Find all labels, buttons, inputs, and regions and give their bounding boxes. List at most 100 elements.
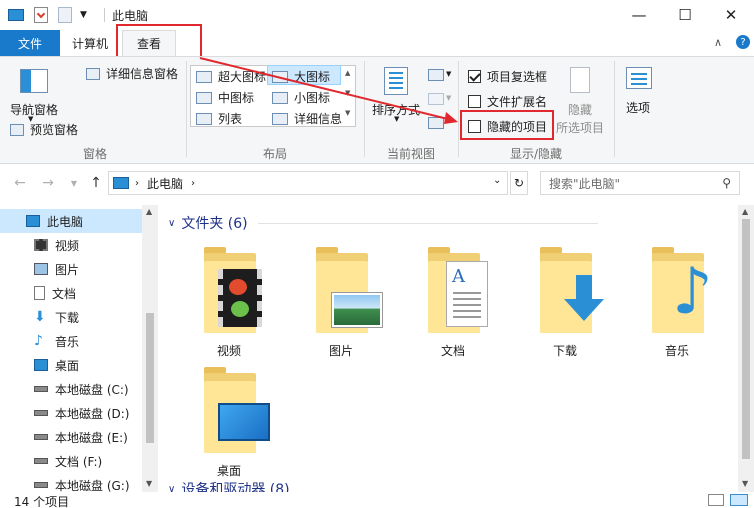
nav-pane-scrollbar[interactable]: ▲ ▼	[142, 205, 158, 492]
nav-item-drive-d[interactable]: 本地磁盘 (D:)	[0, 401, 142, 425]
hide-selected-button[interactable]: 隐藏 所选项目	[556, 65, 608, 135]
folder-tile-documents[interactable]: A 文档	[408, 213, 498, 363]
details-pane-button[interactable]: 详细信息窗格	[86, 65, 178, 82]
details-pane-icon	[86, 67, 100, 80]
scroll-up-icon[interactable]: ▲	[742, 207, 748, 216]
devices-section-title: 设备和驱动器 (8)	[181, 482, 290, 492]
maximize-button[interactable]: ☐	[662, 0, 708, 30]
nav-item-this-pc[interactable]: 此电脑	[0, 209, 142, 233]
nav-item-music[interactable]: ♪ 音乐	[0, 329, 142, 353]
folder-tile-downloads[interactable]: 下载	[520, 213, 610, 363]
download-icon: ⬇	[34, 309, 46, 325]
file-extensions-checkbox[interactable]	[468, 95, 481, 108]
folder-tile-desktop[interactable]: 桌面	[184, 333, 274, 483]
layout-label: 超大图标	[218, 70, 267, 84]
nav-pane-button[interactable]: 导航窗格 ▼	[8, 63, 64, 123]
status-bar: 14 个项目	[0, 492, 754, 508]
devices-section-header[interactable]: ∨ 设备和驱动器 (8)	[168, 479, 290, 492]
nav-item-drive-f[interactable]: 文档 (F:)	[0, 449, 142, 473]
nav-item-videos[interactable]: 视频	[0, 233, 142, 257]
scroll-down-icon[interactable]: ▼	[742, 479, 748, 488]
breadcrumb-separator-icon[interactable]: ›	[191, 178, 195, 189]
layout-medium-icons[interactable]: 中图标	[196, 89, 254, 106]
nav-item-drive-c[interactable]: 本地磁盘 (C:)	[0, 377, 142, 401]
file-extensions-label: 文件扩展名	[487, 95, 548, 109]
layout-label: 中图标	[218, 91, 255, 105]
scroll-down-icon[interactable]: ▼	[146, 479, 152, 488]
up-button[interactable]: ↑	[86, 173, 106, 193]
ribbon: 导航窗格 ▼ 预览窗格 详细信息窗格 窗格 超大图标 大图标 中图标 小图标 列…	[0, 56, 754, 164]
item-checkboxes-checkbox[interactable]	[468, 70, 481, 83]
tab-computer[interactable]: 计算机	[64, 30, 116, 56]
back-button[interactable]: ←	[10, 173, 30, 193]
preview-pane-label: 预览窗格	[30, 123, 79, 137]
nav-item-label: 文档 (F:)	[55, 454, 103, 469]
pc-icon[interactable]	[8, 9, 24, 21]
layout-label: 列表	[218, 112, 243, 126]
tab-file[interactable]: 文件	[0, 30, 60, 56]
minimize-button[interactable]: —	[616, 0, 662, 30]
close-button[interactable]: ✕	[708, 0, 754, 30]
nav-item-documents[interactable]: 文档	[0, 281, 142, 305]
nav-item-drive-e[interactable]: 本地磁盘 (E:)	[0, 425, 142, 449]
sort-by-button[interactable]: 排序方式 ▼	[370, 63, 424, 125]
search-input[interactable]: 搜索"此电脑" ⚲	[540, 171, 740, 195]
nav-item-pictures[interactable]: 图片	[0, 257, 142, 281]
options-button[interactable]: 选项	[620, 65, 660, 121]
item-checkboxes-toggle[interactable]: 项目复选框	[468, 68, 547, 85]
breadcrumb-this-pc[interactable]: 此电脑	[147, 175, 183, 192]
content-scroll-thumb[interactable]	[742, 219, 750, 459]
pc-icon	[26, 215, 40, 227]
collapse-ribbon-icon[interactable]: ∧	[714, 36, 722, 49]
drive-icon	[34, 458, 48, 464]
properties-icon[interactable]	[34, 7, 48, 23]
item-checkboxes-label: 项目复选框	[487, 70, 548, 84]
file-extensions-toggle[interactable]: 文件扩展名	[468, 93, 547, 110]
folder-tile-pictures[interactable]: 图片	[296, 213, 386, 363]
help-icon[interactable]: ?	[736, 35, 750, 49]
layout-label: 详细信息	[294, 112, 343, 126]
nav-pane-label: 导航窗格	[10, 103, 59, 117]
address-bar[interactable]: › 此电脑 › ⌄	[108, 171, 508, 195]
folder-label: 文档	[440, 344, 465, 358]
nav-pane-scroll-thumb[interactable]	[146, 313, 154, 443]
details-pane-label: 详细信息窗格	[106, 67, 179, 81]
layout-label: 大图标	[294, 70, 331, 84]
layout-expand-icon[interactable]: ▼	[345, 109, 350, 117]
address-dropdown-icon[interactable]: ⌄	[493, 175, 501, 186]
scroll-up-icon[interactable]: ▲	[146, 207, 152, 216]
nav-item-drive-g[interactable]: 本地磁盘 (G:)	[0, 473, 142, 492]
refresh-icon[interactable]: ↻	[510, 171, 528, 195]
breadcrumb-separator-icon[interactable]: ›	[135, 178, 139, 189]
group-by-icon[interactable]	[428, 69, 444, 81]
extra-large-icons-icon	[196, 70, 212, 83]
layout-label: 小图标	[294, 91, 331, 105]
forward-button[interactable]: →	[38, 173, 58, 193]
new-folder-icon[interactable]	[58, 7, 72, 23]
folder-label: 桌面	[216, 464, 241, 478]
layout-scroll-up-icon[interactable]: ▲	[345, 69, 350, 77]
layout-extra-large-icons[interactable]: 超大图标	[196, 68, 266, 85]
preview-pane-button[interactable]: 预览窗格	[10, 121, 78, 138]
layout-list[interactable]: 列表	[196, 110, 242, 127]
item-count: 14 个项目	[14, 495, 70, 508]
chevron-down-icon: ▼	[446, 70, 452, 78]
title-separator	[104, 8, 105, 22]
large-icons-view-icon[interactable]	[730, 494, 748, 506]
content-scrollbar[interactable]: ▲ ▼	[738, 205, 754, 492]
recent-locations-button[interactable]: ▼	[64, 173, 84, 193]
nav-item-desktop[interactable]: 桌面	[0, 353, 142, 377]
layout-large-icons[interactable]: 大图标	[272, 68, 330, 85]
large-icons-icon	[272, 70, 288, 83]
folder-tile-music[interactable]: ♪ 音乐	[632, 213, 722, 363]
layout-scroll-down-icon[interactable]: ▼	[345, 89, 350, 97]
add-columns-icon	[428, 93, 444, 105]
fit-columns-icon[interactable]	[428, 117, 444, 129]
picture-icon	[34, 263, 48, 275]
customize-toolbar-dropdown[interactable]: ▼	[80, 10, 87, 20]
layout-small-icons[interactable]: 小图标	[272, 89, 330, 106]
details-view-icon[interactable]	[708, 494, 724, 506]
nav-item-downloads[interactable]: ⬇ 下载	[0, 305, 142, 329]
layout-details[interactable]: 详细信息	[272, 110, 342, 127]
details-icon	[272, 112, 288, 125]
